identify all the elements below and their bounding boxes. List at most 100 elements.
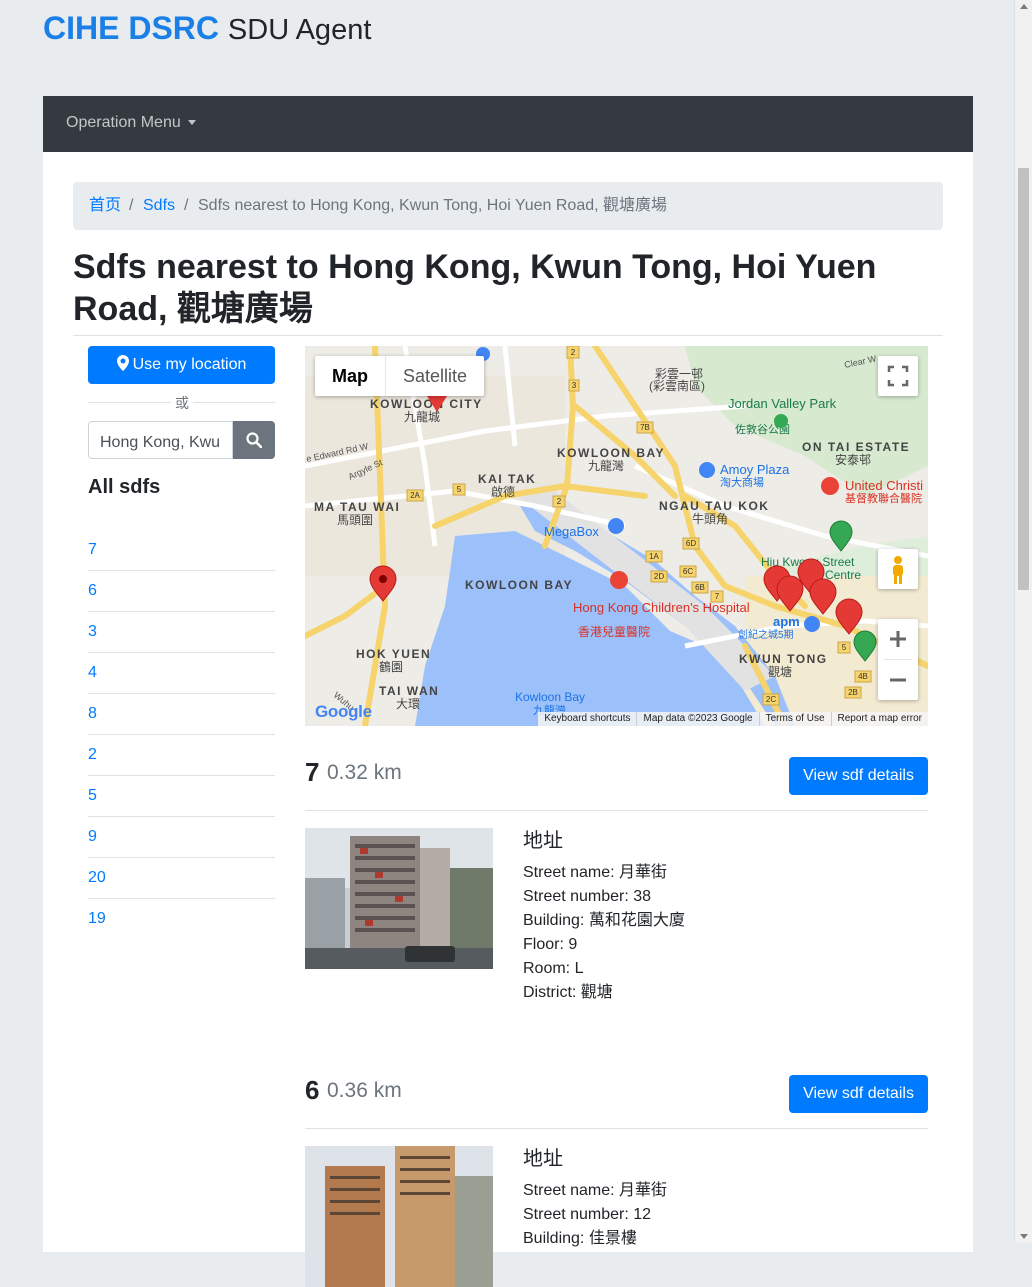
map-label: ON TAI ESTATE	[802, 440, 910, 454]
park-icon[interactable]	[774, 414, 788, 428]
street-name: Street name: 月華街	[523, 864, 668, 881]
breadcrumb-separator: /	[184, 197, 189, 214]
road-shield: 3	[572, 381, 577, 390]
main-content: 首页 / Sdfs / Sdfs nearest to Hong Kong, K…	[43, 152, 973, 1287]
report-map-error-link[interactable]: Report a map error	[830, 712, 928, 726]
sdf-link-6[interactable]: 6	[88, 571, 275, 612]
search-input[interactable]	[88, 421, 233, 459]
map-attribution: Keyboard shortcuts Map data ©2023 Google…	[538, 712, 928, 726]
view-sdf-details-button[interactable]: View sdf details	[789, 1075, 928, 1113]
page-title: Sdfs nearest to Hong Kong, Kwun Tong, Ho…	[73, 248, 877, 328]
sdf-name: 7	[305, 757, 320, 787]
map-label: 觀塘	[768, 664, 792, 679]
fullscreen-button[interactable]	[878, 356, 918, 396]
map-label: 鶴園	[379, 659, 403, 674]
sdf-link-4[interactable]: 4	[88, 653, 275, 694]
all-sdfs-heading: All sdfs	[88, 476, 161, 498]
map-label: KWUN TONG	[739, 652, 828, 666]
search-button[interactable]	[233, 421, 275, 459]
navbar: Operation Menu	[43, 96, 973, 152]
sdf-link-3[interactable]: 3	[88, 612, 275, 653]
road-shield: 2C	[766, 695, 776, 704]
hospital-icon[interactable]	[610, 571, 628, 589]
map-label: Jordan Valley Park	[728, 396, 837, 411]
shopping-icon[interactable]	[699, 462, 715, 478]
shopping-icon[interactable]	[608, 518, 624, 534]
sdf-link-5[interactable]: 5	[88, 776, 275, 817]
building-photo-image	[305, 828, 493, 969]
map-label: NGAU TAU KOK	[659, 499, 769, 513]
sdf-result-header: 7 0.32 km View sdf details	[305, 755, 928, 810]
scrollbar-thumb[interactable]	[1018, 168, 1029, 590]
brand-primary[interactable]: CIHE DSRC	[43, 10, 219, 46]
map-label: KOWLOON BAY	[465, 578, 573, 592]
zoom-out-button[interactable]	[878, 660, 918, 700]
road-shield: 6C	[683, 567, 693, 576]
zoom-in-button[interactable]	[878, 619, 918, 659]
map-label: KAI TAK	[478, 472, 536, 486]
road-shield: 5	[457, 485, 462, 494]
map-label: 香港兒童醫院	[578, 624, 650, 639]
map-tab[interactable]: Map	[315, 356, 385, 396]
building: Building: 佳景樓	[523, 1230, 637, 1247]
sdf-link-9[interactable]: 9	[88, 817, 275, 858]
street-number: Street number: 38	[523, 888, 652, 905]
address-block: 地址 Street name: 月華街 Street number: 12 Bu…	[523, 1147, 667, 1251]
caret-down-icon	[187, 120, 196, 126]
brand-secondary[interactable]: SDU Agent	[228, 14, 371, 46]
map-label: Amoy Plaza	[720, 462, 790, 477]
shopping-icon[interactable]	[804, 616, 820, 632]
hospital-icon[interactable]	[821, 477, 839, 495]
satellite-tab[interactable]: Satellite	[385, 356, 484, 396]
brand[interactable]: CIHE DSRC SDU Agent	[43, 8, 371, 50]
view-sdf-details-button[interactable]: View sdf details	[789, 757, 928, 795]
sdf-link-2[interactable]: 2	[88, 735, 275, 776]
sdf-result: 6 0.36 km View sdf details 地址 Street nam…	[305, 1073, 928, 1287]
map-label: Kowloon Bay	[515, 690, 585, 704]
map-label: 九龍灣	[588, 458, 624, 473]
map-label: Centre	[825, 568, 861, 582]
address-block: 地址 Street name: 月華街 Street number: 38 Bu…	[523, 829, 685, 1005]
map-label: TAI WAN	[379, 684, 439, 698]
street-view-pegman[interactable]	[878, 549, 918, 589]
road-shield: 2	[557, 497, 562, 506]
sdf-link-7[interactable]: 7	[88, 530, 275, 571]
or-label: 或	[171, 393, 193, 413]
map[interactable]: KOWLOON CITY KAI TAK KOWLOON BAY MA TAU …	[305, 346, 928, 726]
map-label: United Christi	[845, 478, 923, 493]
sdf-distance: 0.32 km	[327, 761, 402, 784]
road-shield: 2A	[410, 491, 420, 500]
map-label: MegaBox	[544, 524, 599, 539]
map-label: HOK YUEN	[356, 647, 431, 661]
sdf-name: 6	[305, 1075, 320, 1105]
sdf-result-header: 6 0.36 km View sdf details	[305, 1073, 928, 1128]
building-photo	[305, 828, 493, 969]
google-logo[interactable]: Google	[315, 702, 372, 722]
sdf-link-19[interactable]: 19	[88, 899, 275, 939]
fullscreen-icon	[887, 365, 909, 387]
operation-menu-dropdown[interactable]: Operation Menu	[66, 114, 196, 132]
map-label: 安泰邨	[835, 452, 871, 467]
breadcrumb-separator: /	[129, 197, 134, 214]
sdf-link-8[interactable]: 8	[88, 694, 275, 735]
divider	[73, 335, 943, 336]
road-shield: 2B	[848, 688, 858, 697]
scroll-up-arrow-icon[interactable]	[1020, 4, 1028, 9]
map-canvas[interactable]: KOWLOON CITY KAI TAK KOWLOON BAY MA TAU …	[305, 346, 928, 726]
marker-dot	[379, 575, 387, 583]
google-logo-text: Google	[315, 702, 372, 721]
keyboard-shortcuts-link[interactable]: Keyboard shortcuts	[538, 712, 636, 726]
breadcrumb-home[interactable]: 首页	[89, 182, 121, 230]
map-label: 基督教聯合醫院	[845, 491, 922, 505]
road-shield: 5	[842, 643, 847, 652]
map-label: (彩雲南區)	[649, 378, 705, 393]
map-label: MA TAU WAI	[314, 500, 400, 514]
use-my-location-button[interactable]: Use my location	[88, 346, 275, 384]
sdf-link-20[interactable]: 20	[88, 858, 275, 899]
map-label: 啟德	[491, 484, 515, 499]
breadcrumb-sdfs[interactable]: Sdfs	[143, 182, 175, 230]
map-marker-icon	[116, 355, 129, 371]
page-scrollbar[interactable]	[1014, 0, 1032, 1243]
scroll-down-arrow-icon[interactable]	[1020, 1234, 1028, 1239]
terms-link[interactable]: Terms of Use	[758, 712, 831, 726]
